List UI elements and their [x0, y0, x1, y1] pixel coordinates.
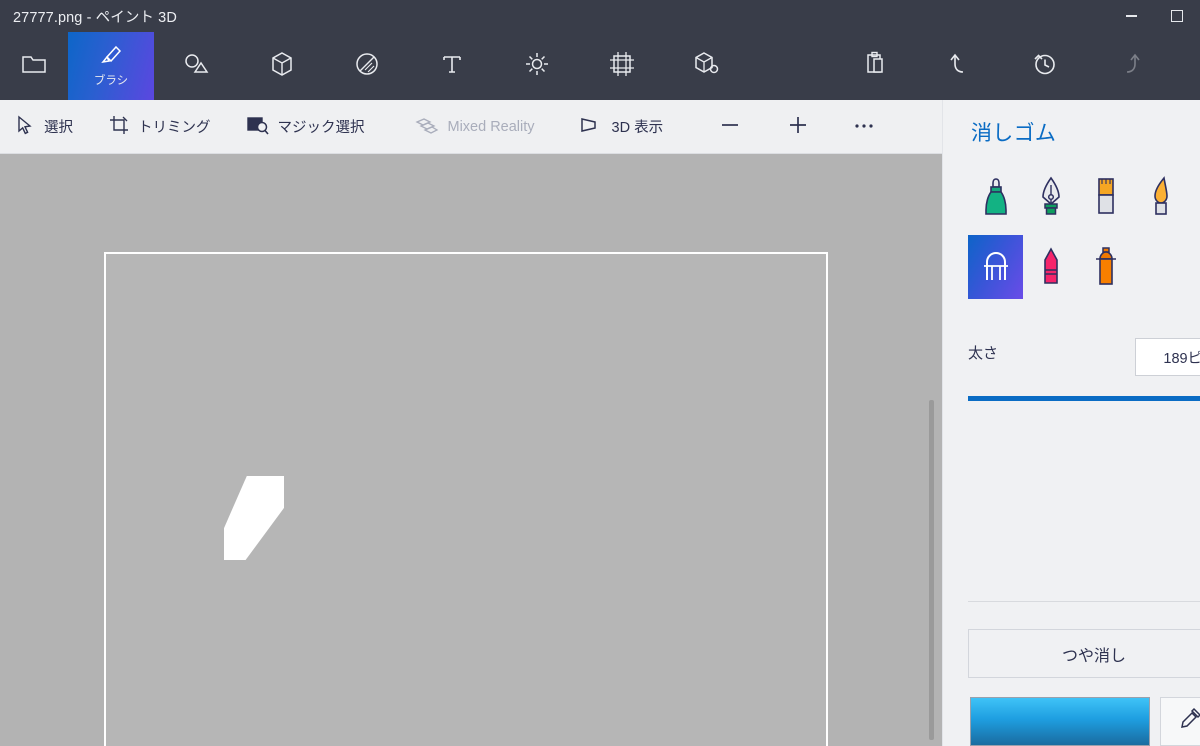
crayon-icon	[1043, 247, 1058, 284]
tool-select-label: 選択	[44, 120, 73, 136]
brush-watercolor[interactable]	[1133, 165, 1188, 229]
ribbon-item-history[interactable]	[1002, 32, 1087, 100]
calligraphy-pen-icon	[1041, 176, 1060, 215]
panel-title: 消しゴム	[971, 122, 1057, 145]
shapes-2d-icon	[183, 52, 211, 81]
window-controls	[1108, 0, 1200, 32]
current-color-swatch[interactable]	[970, 697, 1150, 746]
marker-icon	[984, 178, 1007, 215]
ribbon-item-3d-shapes[interactable]	[239, 32, 324, 100]
paint3d-window: 27777.png - ペイント 3D ブラシ 選択 トリミング マジック選択 …	[0, 0, 1200, 746]
ribbon-spacer	[749, 32, 832, 100]
title-bar: 27777.png - ペイント 3D	[0, 0, 1200, 32]
cursor-select-icon	[16, 115, 35, 139]
ribbon-item-brushes-label: ブラシ	[93, 75, 129, 88]
folder-icon	[21, 53, 47, 80]
ribbon-item-redo[interactable]	[1087, 32, 1172, 100]
thickness-slider-fill	[968, 396, 1200, 401]
redo-icon	[1117, 51, 1143, 82]
brush-oil[interactable]	[1078, 165, 1133, 229]
brush-icon	[98, 44, 124, 73]
canvas-area[interactable]	[0, 154, 942, 746]
zoom-in-button[interactable]	[759, 100, 827, 154]
more-options-button[interactable]	[827, 100, 893, 154]
crop-icon	[109, 115, 129, 139]
canvas-icon	[609, 51, 635, 82]
brush-marker[interactable]	[968, 165, 1023, 229]
ribbon-end-gap	[1172, 32, 1200, 100]
brush-calligraphy-pen[interactable]	[1023, 165, 1078, 229]
eraser-stroke-mark	[224, 476, 284, 560]
3d-library-icon	[693, 51, 721, 82]
maximize-button[interactable]	[1154, 0, 1200, 32]
ribbon-item-clipboard[interactable]	[832, 32, 917, 100]
tool-magic-select[interactable]: マジック選択	[225, 100, 379, 154]
ribbon-item-undo[interactable]	[917, 32, 1002, 100]
cube-3d-icon	[270, 51, 294, 82]
tool-magic-select-label: マジック選択	[277, 120, 365, 136]
history-icon	[1032, 51, 1058, 82]
eraser-icon	[983, 251, 1008, 280]
ribbon-item-2d-shapes[interactable]	[154, 32, 239, 100]
eyedropper-button[interactable]	[1160, 697, 1200, 746]
material-label: つや消し	[1061, 647, 1126, 665]
ribbon-toolbar: ブラシ	[0, 32, 1200, 100]
tool-options-bar: 選択 トリミング マジック選択 Mixed Reality 3D 表示	[0, 100, 942, 154]
tool-3d-view[interactable]: 3D 表示	[549, 100, 678, 154]
tool-mixed-reality[interactable]: Mixed Reality	[379, 100, 549, 154]
zoom-in-icon	[787, 114, 809, 140]
ribbon-item-brushes[interactable]: ブラシ	[68, 32, 154, 100]
tool-crop[interactable]: トリミング	[87, 100, 225, 154]
brush-eraser[interactable]	[968, 235, 1023, 299]
text-icon	[440, 52, 464, 81]
watercolor-brush-icon	[1153, 176, 1168, 215]
clipboard-icon	[863, 51, 887, 82]
brush-pencil[interactable]	[1188, 165, 1200, 229]
brush-spray-can[interactable]	[1078, 235, 1133, 299]
ribbon-item-canvas[interactable]	[579, 32, 664, 100]
thickness-value-input[interactable]: 189ピク	[1135, 338, 1200, 376]
ribbon-item-effects[interactable]	[494, 32, 579, 100]
minimize-icon	[1125, 15, 1137, 17]
effects-icon	[524, 51, 550, 82]
eyedropper-icon	[1177, 706, 1200, 737]
thickness-slider[interactable]	[968, 390, 1200, 408]
material-dropdown[interactable]: つや消し	[968, 629, 1200, 678]
ribbon-item-3d-library[interactable]	[664, 32, 749, 100]
thickness-value-text: 189ピク	[1163, 350, 1200, 367]
tool-crop-label: トリミング	[138, 120, 211, 136]
maximize-icon	[1171, 10, 1183, 22]
more-options-icon	[853, 115, 875, 139]
ribbon-item-stickers[interactable]	[324, 32, 409, 100]
mixed-reality-icon	[414, 115, 439, 139]
window-title: 27777.png - ペイント 3D	[13, 9, 177, 26]
minimize-button[interactable]	[1108, 0, 1154, 32]
brush-grid	[968, 165, 1200, 305]
tool-select[interactable]: 選択	[0, 100, 87, 154]
view-3d-icon	[579, 115, 603, 139]
ribbon-item-text[interactable]	[409, 32, 494, 100]
zoom-out-button[interactable]	[677, 100, 759, 154]
tool-3d-view-label: 3D 表示	[611, 120, 664, 136]
ribbon-item-menu[interactable]	[0, 32, 68, 100]
zoom-out-icon	[719, 115, 741, 139]
canvas-vertical-scrollbar-thumb[interactable]	[929, 400, 934, 740]
oil-brush-icon	[1097, 178, 1114, 214]
stickers-icon	[354, 51, 380, 82]
spray-can-icon	[1095, 247, 1116, 285]
magic-select-icon	[246, 115, 269, 139]
canvas-sheet[interactable]	[104, 252, 828, 746]
brush-crayon[interactable]	[1023, 235, 1078, 299]
undo-icon	[947, 51, 973, 82]
thickness-label: 太さ	[968, 345, 999, 362]
panel-divider	[968, 601, 1200, 602]
tool-mixed-reality-label: Mixed Reality	[447, 118, 535, 135]
